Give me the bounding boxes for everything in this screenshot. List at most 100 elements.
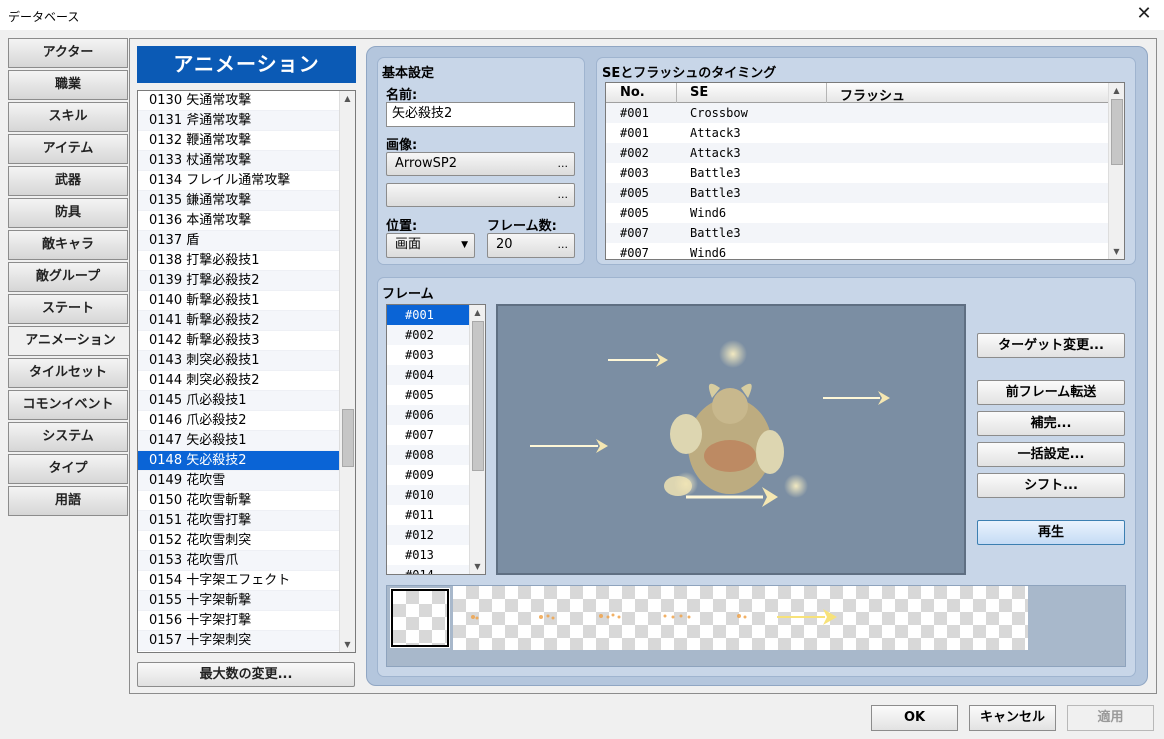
frame-item[interactable]: #003 <box>387 345 471 365</box>
tab-13[interactable]: タイプ <box>8 454 128 484</box>
list-item[interactable]: 0140 斬撃必殺技1 <box>138 291 355 311</box>
tab-3[interactable]: アイテム <box>8 134 128 164</box>
cell-palette[interactable] <box>386 585 1126 667</box>
frame-item[interactable]: #002 <box>387 325 471 345</box>
tab-0[interactable]: アクター <box>8 38 128 68</box>
table-row[interactable]: #007Battle3 <box>606 223 1124 243</box>
tab-14[interactable]: 用語 <box>8 486 128 516</box>
list-item[interactable]: 0155 十字架斬撃 <box>138 591 355 611</box>
tab-2[interactable]: スキル <box>8 102 128 132</box>
list-item[interactable]: 0138 打撃必殺技1 <box>138 251 355 271</box>
image2-selector[interactable]: ... <box>386 183 575 207</box>
tab-9[interactable]: アニメーション <box>8 326 132 356</box>
selected-cell[interactable] <box>391 589 449 647</box>
image1-selector[interactable]: ArrowSP2 ... <box>386 152 575 176</box>
apply-button[interactable]: 適用 <box>1067 705 1154 731</box>
scroll-up-icon[interactable]: ▲ <box>340 91 355 106</box>
frame-item[interactable]: #014 <box>387 565 471 575</box>
tab-4[interactable]: 武器 <box>8 166 128 196</box>
table-row[interactable]: #003Battle3 <box>606 163 1124 183</box>
tab-5[interactable]: 防具 <box>8 198 128 228</box>
copy-previous-frame-button[interactable]: 前フレーム転送 <box>977 380 1125 405</box>
tab-1[interactable]: 職業 <box>8 70 128 100</box>
list-item[interactable]: 0150 花吹雪斬撃 <box>138 491 355 511</box>
table-row[interactable]: #002Attack3 <box>606 143 1124 163</box>
position-dropdown[interactable]: 画面 ▼ <box>386 233 475 258</box>
table-row[interactable]: #001Crossbow <box>606 103 1124 123</box>
frame-item[interactable]: #007 <box>387 425 471 445</box>
scroll-thumb[interactable] <box>342 409 354 467</box>
frame-item[interactable]: #005 <box>387 385 471 405</box>
list-item[interactable]: 0156 十字架打撃 <box>138 611 355 631</box>
table-row[interactable]: #007Wind6 <box>606 243 1124 260</box>
list-item[interactable]: 0154 十字架エフェクト <box>138 571 355 591</box>
cell-strip[interactable] <box>453 586 1028 650</box>
list-item[interactable]: 0145 爪必殺技1 <box>138 391 355 411</box>
tween-button[interactable]: 補完... <box>977 411 1125 436</box>
list-item[interactable]: 0152 花吹雪刺突 <box>138 531 355 551</box>
frame-list-scrollbar[interactable]: ▲ ▼ <box>469 305 485 574</box>
frame-item[interactable]: #012 <box>387 525 471 545</box>
tab-7[interactable]: 敵グループ <box>8 262 128 292</box>
frame-item[interactable]: #010 <box>387 485 471 505</box>
list-item[interactable]: 0143 刺突必殺技1 <box>138 351 355 371</box>
list-item[interactable]: 0133 杖通常攻撃 <box>138 151 355 171</box>
table-row[interactable]: #005Wind6 <box>606 203 1124 223</box>
scroll-down-icon[interactable]: ▼ <box>1109 244 1124 259</box>
frame-item[interactable]: #009 <box>387 465 471 485</box>
list-item[interactable]: 0139 打撃必殺技2 <box>138 271 355 291</box>
play-button[interactable]: 再生 <box>977 520 1125 545</box>
tab-8[interactable]: ステート <box>8 294 128 324</box>
col-se[interactable]: SE <box>690 85 708 100</box>
tab-11[interactable]: コモンイベント <box>8 390 128 420</box>
scroll-thumb[interactable] <box>1111 99 1123 165</box>
scroll-down-icon[interactable]: ▼ <box>470 559 485 574</box>
list-item[interactable]: 0144 刺突必殺技2 <box>138 371 355 391</box>
frame-list[interactable]: #001#002#003#004#005#006#007#008#009#010… <box>386 304 486 575</box>
close-icon[interactable]: ✕ <box>1134 4 1154 24</box>
frame-item[interactable]: #013 <box>387 545 471 565</box>
name-field[interactable]: 矢必殺技2 <box>386 102 575 127</box>
list-item[interactable]: 0149 花吹雪 <box>138 471 355 491</box>
list-item[interactable]: 0146 爪必殺技2 <box>138 411 355 431</box>
animation-list-scrollbar[interactable]: ▲ ▼ <box>339 91 355 652</box>
list-item[interactable]: 0157 十字架刺突 <box>138 631 355 651</box>
scroll-down-icon[interactable]: ▼ <box>340 637 355 652</box>
scroll-up-icon[interactable]: ▲ <box>470 305 485 320</box>
list-item[interactable]: 0135 鎌通常攻撃 <box>138 191 355 211</box>
list-item[interactable]: 0136 本通常攻撃 <box>138 211 355 231</box>
list-item[interactable]: 0142 斬撃必殺技3 <box>138 331 355 351</box>
table-row[interactable]: #005Battle3 <box>606 183 1124 203</box>
scroll-up-icon[interactable]: ▲ <box>1109 83 1124 98</box>
col-flash[interactable]: フラッシュ <box>840 85 905 104</box>
timing-scrollbar[interactable]: ▲ ▼ <box>1108 83 1124 259</box>
batch-settings-button[interactable]: 一括設定... <box>977 442 1125 467</box>
frame-item[interactable]: #006 <box>387 405 471 425</box>
table-row[interactable]: #001Attack3 <box>606 123 1124 143</box>
list-item[interactable]: 0131 斧通常攻撃 <box>138 111 355 131</box>
list-item[interactable]: 0130 矢通常攻撃 <box>138 91 355 111</box>
frame-item[interactable]: #004 <box>387 365 471 385</box>
tab-6[interactable]: 敵キャラ <box>8 230 128 260</box>
ok-button[interactable]: OK <box>871 705 958 731</box>
list-item[interactable]: 0141 斬撃必殺技2 <box>138 311 355 331</box>
col-no[interactable]: No. <box>620 85 645 100</box>
scroll-thumb[interactable] <box>472 321 484 471</box>
list-item[interactable]: 0132 鞭通常攻撃 <box>138 131 355 151</box>
shift-button[interactable]: シフト... <box>977 473 1125 498</box>
list-item[interactable]: 0134 フレイル通常攻撃 <box>138 171 355 191</box>
cancel-button[interactable]: キャンセル <box>969 705 1056 731</box>
list-item[interactable]: 0153 花吹雪爪 <box>138 551 355 571</box>
animation-list[interactable]: 0130 矢通常攻撃0131 斧通常攻撃0132 鞭通常攻撃0133 杖通常攻撃… <box>137 90 356 653</box>
tab-10[interactable]: タイルセット <box>8 358 128 388</box>
list-item[interactable]: 0151 花吹雪打撃 <box>138 511 355 531</box>
frame-count-field[interactable]: 20 ... <box>487 233 575 258</box>
frame-item[interactable]: #001 <box>387 305 471 325</box>
timing-table[interactable]: No. SE フラッシュ #001Crossbow#001Attack3#002… <box>605 82 1125 260</box>
max-count-button[interactable]: 最大数の変更... <box>137 662 355 687</box>
frame-item[interactable]: #011 <box>387 505 471 525</box>
target-change-button[interactable]: ターゲット変更... <box>977 333 1125 358</box>
tab-12[interactable]: システム <box>8 422 128 452</box>
animation-preview[interactable] <box>496 304 966 575</box>
list-item[interactable]: 0148 矢必殺技2 <box>138 451 355 471</box>
